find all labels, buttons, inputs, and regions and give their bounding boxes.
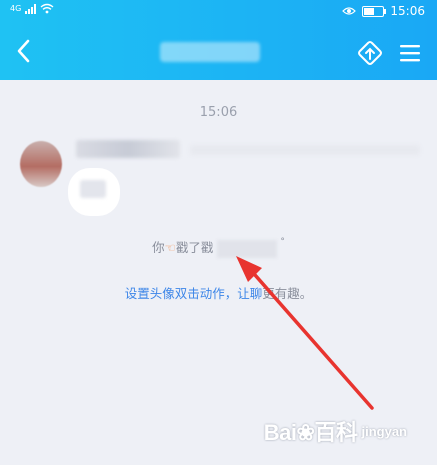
watermark-logo-text: Bai [263, 420, 297, 445]
watermark-logo: Bai❀百科 [264, 415, 358, 447]
pointing-hand-icon: ☜ [164, 240, 176, 255]
poke-tip: 设置头像双击动作，让聊更有趣。 [0, 283, 437, 302]
poke-notice: 你☜戳了戳 ° [0, 237, 437, 258]
set-avatar-action-link[interactable]: 设置头像双击动作，让聊 [125, 286, 263, 301]
signal-icon [25, 3, 37, 14]
avatar[interactable] [20, 141, 62, 187]
paw-icon: ❀ [296, 420, 315, 445]
sender-name-redacted [76, 140, 180, 158]
chevron-left-icon[interactable] [12, 37, 36, 65]
message-content-redacted [80, 180, 106, 198]
nav-bar [0, 22, 437, 80]
watermark-logo-suffix: 百科 [314, 420, 358, 445]
sender-extra-redacted [190, 145, 420, 155]
tip-rest-text: 更有趣。 [262, 286, 313, 301]
dot-icon: ° [280, 237, 285, 247]
watermark-sub: jingyan [361, 423, 407, 439]
chat-title-redacted [160, 42, 260, 62]
wifi-icon [40, 3, 54, 14]
baidu-jingyan-watermark: Bai❀百科 jingyan [264, 415, 407, 447]
eye-icon [342, 7, 357, 15]
network-label: 4G [10, 4, 22, 13]
poke-verb: 戳了戳 [175, 240, 214, 255]
status-time: 15:06 [390, 4, 425, 18]
battery-icon [362, 5, 387, 17]
status-bar: 4G 15:06 [0, 0, 437, 22]
hamburger-menu-icon[interactable] [396, 38, 426, 68]
poke-target-redacted [217, 239, 278, 258]
message-timestamp: 15:06 [199, 105, 238, 120]
poke-prefix: 你 [152, 240, 165, 255]
poke-hand-icon[interactable] [355, 38, 385, 68]
